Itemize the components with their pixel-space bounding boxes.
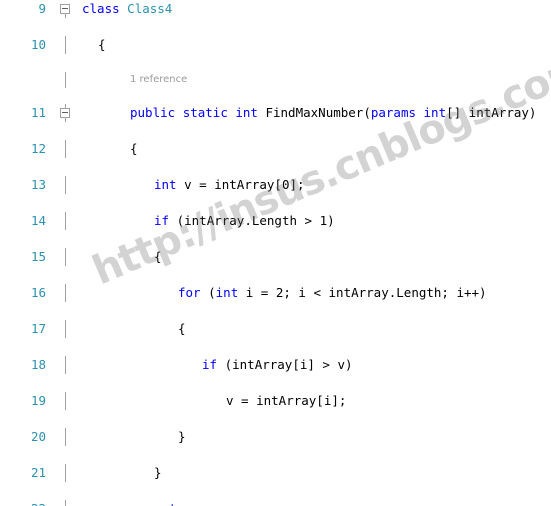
line-number: 21 (30, 465, 46, 480)
fold-guide-line (65, 72, 66, 88)
fold-margin-cell (58, 500, 74, 506)
code-editor-surface[interactable]: http://insus.cnblogs.com 9 class Class4 … (0, 0, 551, 506)
fold-collapse-icon[interactable] (60, 108, 70, 118)
code-text: { (98, 37, 106, 52)
code-text: { (130, 141, 138, 156)
fold-margin-cell (58, 428, 74, 446)
statement-body: (intArray[i] > v) (224, 357, 353, 372)
editor-line: 18 if (intArray[i] > v) (0, 356, 551, 374)
fold-margin-cell (58, 320, 74, 338)
keyword-int: int (215, 285, 239, 300)
keyword-int: int (154, 177, 177, 192)
code-text: { (154, 249, 162, 264)
fold-margin-cell[interactable] (58, 104, 74, 122)
editor-line: 13 int v = intArray[0]; (0, 176, 551, 194)
line-number: 17 (30, 321, 46, 336)
editor-line: 17 { (0, 320, 551, 338)
line-number: 13 (30, 177, 46, 192)
keyword-return: return (154, 501, 199, 506)
fold-guide-line (65, 320, 66, 338)
fold-margin-cell (58, 248, 74, 266)
editor-line: 10 { (0, 36, 551, 54)
fold-guide-line (65, 140, 66, 158)
editor-line: 15 { (0, 248, 551, 266)
keyword-static: static (182, 105, 228, 120)
line-number: 20 (30, 429, 46, 444)
fold-guide-line (65, 284, 66, 302)
statement-body: (intArray.Length > 1) (176, 213, 335, 228)
fold-guide-line (65, 392, 66, 410)
statement-body: v = intArray[0]; (184, 177, 305, 192)
editor-line: 19 v = intArray[i]; (0, 392, 551, 410)
code-text: } (154, 465, 162, 480)
code-text: v = intArray[i]; (226, 393, 347, 408)
keyword-if: if (202, 357, 218, 372)
fold-margin-cell (58, 140, 74, 158)
editor-line: 11 public static int FindMaxNumber(param… (0, 104, 551, 122)
fold-guide-line (65, 464, 66, 482)
fold-margin-cell (58, 464, 74, 482)
fold-guide-line (65, 356, 66, 374)
keyword-int-param: int (423, 105, 447, 120)
line-number: 12 (30, 141, 46, 156)
codelens-row: 1 reference (0, 72, 551, 88)
editor-line: 20 } (0, 428, 551, 446)
code-text: } (178, 429, 186, 444)
line-number: 18 (30, 357, 46, 372)
fold-guide-line (65, 248, 66, 266)
code-text: int v = intArray[0]; (154, 176, 305, 194)
line-number: 9 (38, 1, 46, 16)
fold-guide-line (65, 428, 66, 446)
editor-line: 16 for (int i = 2; i < intArray.Length; … (0, 284, 551, 302)
fold-margin-cell (58, 72, 74, 88)
editor-line: 21 } (0, 464, 551, 482)
fold-margin-cell (58, 36, 74, 54)
editor-line: 22 return v; (0, 500, 551, 506)
statement-body: v; (207, 501, 222, 506)
param-rest: [] intArray) (446, 105, 537, 120)
code-text: for (int i = 2; i < intArray.Length; i++… (178, 284, 487, 302)
codelens-reference-count[interactable]: 1 reference (130, 72, 187, 88)
editor-line: 12 { (0, 140, 551, 158)
line-number: 16 (30, 285, 46, 300)
code-text: public static int FindMaxNumber(params i… (130, 104, 536, 122)
line-number: 10 (30, 37, 46, 52)
keyword-if: if (154, 213, 170, 228)
keyword-params: params (370, 105, 416, 120)
editor-line: 14 if (intArray.Length > 1) (0, 212, 551, 230)
line-number: 19 (30, 393, 46, 408)
keyword-public: public (130, 105, 176, 120)
code-text: { (178, 321, 186, 336)
fold-collapse-icon[interactable] (60, 4, 70, 14)
code-text: if (intArray[i] > v) (202, 356, 353, 374)
statement-body: i = 2; i < intArray.Length; i++) (245, 285, 487, 300)
line-number: 22 (0, 500, 46, 506)
code-text: if (intArray.Length > 1) (154, 212, 335, 230)
fold-guide-line (65, 212, 66, 230)
fold-margin-cell (58, 392, 74, 410)
line-number: 15 (30, 249, 46, 264)
fold-guide-line (65, 500, 66, 506)
fold-guide-line (65, 36, 66, 54)
fold-margin-cell (58, 284, 74, 302)
type-name-class4: Class4 (127, 1, 173, 16)
method-name-findmaxnumber: FindMaxNumber( (265, 105, 371, 120)
fold-margin-cell (58, 176, 74, 194)
editor-line: 9 class Class4 (0, 0, 551, 18)
fold-margin-cell (58, 356, 74, 374)
paren-open: ( (208, 285, 216, 300)
fold-margin-cell[interactable] (58, 0, 74, 18)
line-number: 11 (30, 105, 46, 120)
fold-guide-line (65, 176, 66, 194)
keyword-for: for (178, 285, 201, 300)
code-text: return v; (154, 500, 222, 506)
code-text: class Class4 (82, 0, 172, 18)
line-number: 14 (30, 213, 46, 228)
fold-margin-cell (58, 212, 74, 230)
keyword-class: class (82, 1, 120, 16)
keyword-int: int (235, 105, 258, 120)
